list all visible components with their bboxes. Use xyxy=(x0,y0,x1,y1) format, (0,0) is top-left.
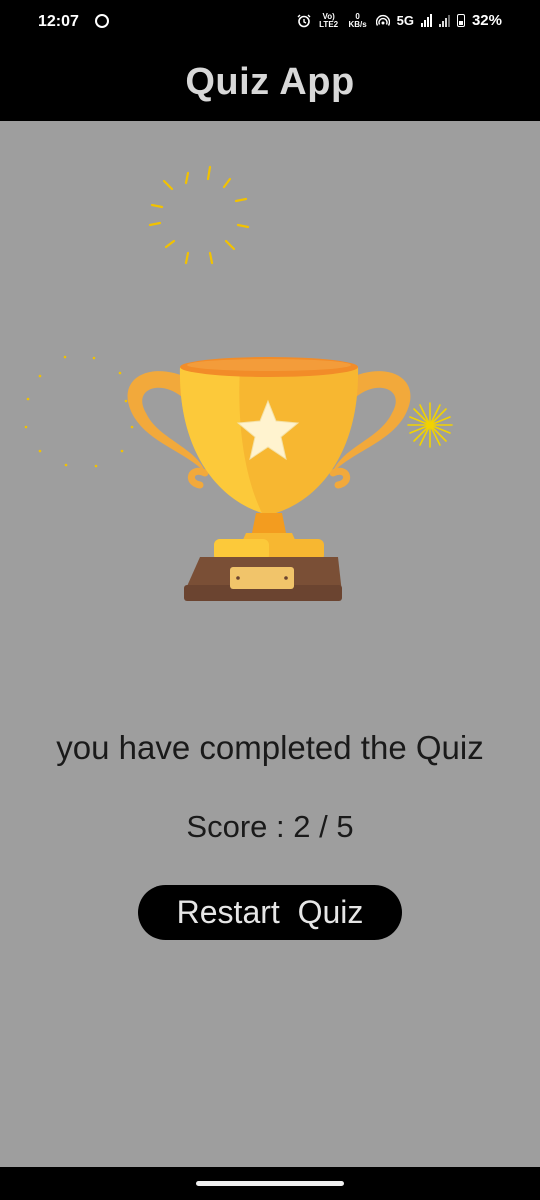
home-gesture-handle[interactable] xyxy=(196,1181,344,1186)
battery-icon xyxy=(456,14,465,27)
hotspot-icon xyxy=(375,14,390,26)
network-type: 5G xyxy=(396,13,414,28)
restart-quiz-button[interactable]: Restart Quiz xyxy=(138,885,402,940)
sparkle-top-icon xyxy=(148,165,250,265)
status-bar: 12:07 Vo) LTE2 0 KB/s 5G 32% xyxy=(0,0,540,44)
app-title: Quiz App xyxy=(185,61,355,103)
speed-unit: KB/s xyxy=(348,19,367,29)
sparkle-left-icon xyxy=(24,355,134,468)
result-content: you have completed the Quiz Score : 2 / … xyxy=(0,121,540,1167)
sparkle-right-icon xyxy=(407,402,453,448)
network-speed: 0 KB/s xyxy=(347,12,369,29)
status-icons: Vo) LTE2 0 KB/s 5G 32% xyxy=(297,12,502,29)
score-text: Score : 2 / 5 xyxy=(186,809,354,844)
volte-label: Vo) LTE2 xyxy=(319,11,339,29)
completion-message: you have completed the Quiz xyxy=(56,729,484,766)
notification-icon xyxy=(95,14,109,28)
navigation-bar xyxy=(0,1167,540,1200)
trophy-illustration xyxy=(24,165,453,601)
status-time: 12:07 xyxy=(38,13,79,30)
signal-icon xyxy=(420,14,432,27)
battery-percent: 32% xyxy=(471,12,502,29)
alarm-icon xyxy=(297,14,311,27)
signal-icon-2 xyxy=(438,14,450,27)
app-bar: Quiz App xyxy=(0,44,540,121)
quiz-result-screen: 12:07 Vo) LTE2 0 KB/s 5G 32% Quiz App yo… xyxy=(0,0,540,1200)
